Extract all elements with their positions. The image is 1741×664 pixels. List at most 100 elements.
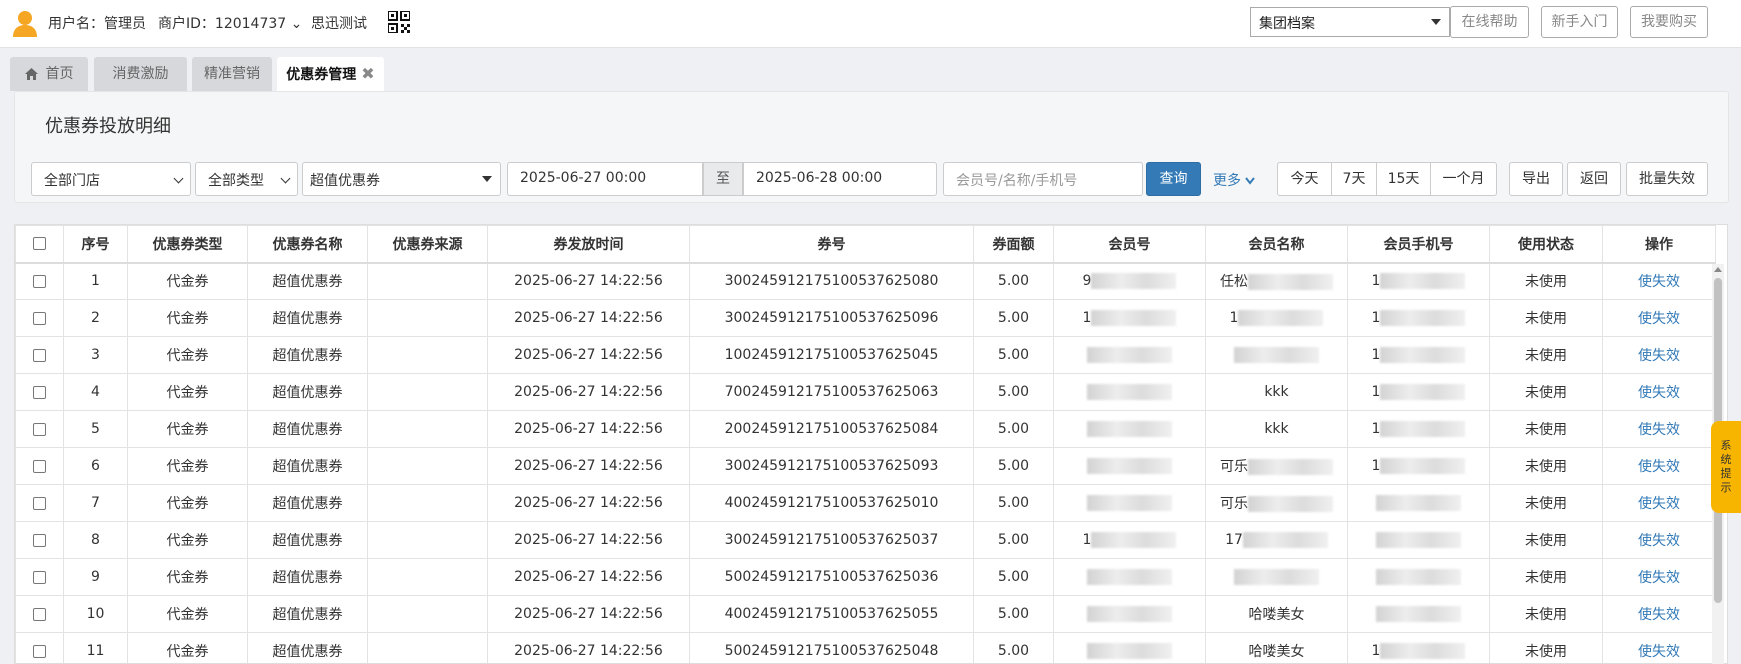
cell-amount: 5.00 (973, 632, 1054, 663)
visible-fragment: 可乐 (1220, 496, 1248, 512)
cell-source (367, 632, 488, 663)
scroll-up-icon[interactable] (1714, 267, 1722, 272)
cell-phone (1347, 521, 1490, 559)
range-7days-button[interactable]: 7天 (1331, 162, 1377, 196)
invalidate-link[interactable]: 使失效 (1638, 422, 1680, 438)
cell-member-no (1053, 558, 1206, 596)
redacted-value (1248, 459, 1333, 475)
range-today-button[interactable]: 今天 (1277, 162, 1332, 196)
cell-code: 300245912175100537625093 (689, 447, 974, 485)
redacted-value (1091, 532, 1177, 548)
row-checkbox[interactable] (33, 644, 46, 658)
user-icon (13, 11, 37, 37)
row-checkbox[interactable] (33, 348, 46, 362)
cell-status: 未使用 (1489, 410, 1603, 448)
invalidate-link[interactable]: 使失效 (1638, 607, 1680, 623)
row-select-cell (15, 336, 64, 374)
redacted-value (1238, 310, 1324, 326)
query-button[interactable]: 查询 (1146, 162, 1201, 196)
cell-member-name (1205, 558, 1348, 596)
close-icon[interactable]: ✖ (361, 64, 374, 83)
cell-source (367, 521, 488, 559)
row-checkbox[interactable] (33, 533, 46, 547)
type-select[interactable]: 全部类型 (195, 162, 298, 196)
cell-type: 代金券 (127, 299, 248, 337)
cell-time: 2025-06-27 14:22:56 (487, 336, 690, 374)
invalidate-link[interactable]: 使失效 (1638, 274, 1680, 290)
row-checkbox[interactable] (33, 570, 46, 584)
invalidate-link[interactable]: 使失效 (1638, 496, 1680, 512)
export-button[interactable]: 导出 (1509, 162, 1563, 196)
tab-consumption-incentive[interactable]: 消费激励 (94, 57, 187, 91)
row-checkbox[interactable] (33, 496, 46, 510)
date-from-input[interactable]: 2025-06-27 00:00 (507, 162, 703, 196)
cell-phone: 1 (1347, 373, 1490, 411)
row-checkbox[interactable] (33, 385, 46, 399)
buy-button[interactable]: 我要购买 (1630, 6, 1708, 38)
row-select-cell (15, 262, 64, 300)
row-checkbox[interactable] (33, 459, 46, 473)
table-header-row: 序号 优惠券类型 优惠券名称 优惠券来源 券发放时间 券号 券面额 会员号 会员… (15, 225, 1716, 264)
redacted-value (1376, 606, 1461, 622)
cell-amount: 5.00 (973, 558, 1054, 596)
column-header: 操作 (1602, 225, 1716, 264)
invalidate-link[interactable]: 使失效 (1638, 570, 1680, 586)
cell-status: 未使用 (1489, 299, 1603, 337)
row-checkbox[interactable] (33, 422, 46, 436)
row-checkbox[interactable] (33, 311, 46, 325)
back-button[interactable]: 返回 (1567, 162, 1621, 196)
cell-member-name: 1 (1205, 299, 1348, 337)
batch-invalidate-button[interactable]: 批量失效 (1626, 162, 1708, 196)
invalidate-link[interactable]: 使失效 (1638, 644, 1680, 660)
visible-fragment: 17 (1225, 532, 1243, 548)
date-to-input[interactable]: 2025-06-28 00:00 (743, 162, 937, 196)
select-all-checkbox[interactable] (33, 237, 46, 251)
invalidate-link[interactable]: 使失效 (1638, 348, 1680, 364)
invalidate-link[interactable]: 使失效 (1638, 533, 1680, 549)
invalidate-link[interactable]: 使失效 (1638, 311, 1680, 327)
column-header: 优惠券名称 (247, 225, 368, 264)
row-checkbox[interactable] (33, 607, 46, 621)
type-select-value: 全部类型 (208, 173, 264, 189)
group-archive-select[interactable]: 集团档案 (1250, 7, 1450, 37)
cell-status: 未使用 (1489, 336, 1603, 374)
coupon-select[interactable]: 超值优惠券 (302, 162, 501, 196)
qr-code-icon[interactable] (388, 11, 410, 33)
beginner-guide-button[interactable]: 新手入门 (1541, 6, 1618, 38)
row-select-cell (15, 521, 64, 559)
visible-fragment: 1 (1371, 643, 1381, 659)
cell-time: 2025-06-27 14:22:56 (487, 632, 690, 663)
range-15days-button[interactable]: 15天 (1376, 162, 1431, 196)
online-help-button[interactable]: 在线帮助 (1450, 6, 1529, 38)
system-tip-tab[interactable]: 系统提示 (1711, 421, 1741, 513)
merchant-id-label: 商户ID：12014737 (158, 16, 287, 32)
cell-member-no (1053, 484, 1206, 522)
row-select-cell (15, 558, 64, 596)
cell-code: 100245912175100537625045 (689, 336, 974, 374)
cell-time: 2025-06-27 14:22:56 (487, 521, 690, 559)
table-row: 3 代金券 超值优惠券 2025-06-27 14:22:56 100245912175… (15, 336, 1716, 374)
more-filters-link[interactable]: 更多 (1213, 170, 1256, 190)
row-select-cell (15, 484, 64, 522)
cell-no: 5 (63, 410, 128, 448)
visible-fragment: 1 (1229, 310, 1239, 326)
range-month-button[interactable]: 一个月 (1430, 162, 1497, 196)
merchant-id-dropdown[interactable]: 商户ID：12014737 ⌄ (158, 13, 302, 33)
member-search-input[interactable]: 会员号/名称/手机号 (943, 162, 1143, 196)
cell-code: 400245912175100537625010 (689, 484, 974, 522)
username-label: 用户名：管理员 (48, 16, 146, 32)
invalidate-link[interactable]: 使失效 (1638, 459, 1680, 475)
table-row: 2 代金券 超值优惠券 2025-06-27 14:22:56 300245912175… (15, 299, 1716, 337)
table-row: 5 代金券 超值优惠券 2025-06-27 14:22:56 200245912175… (15, 410, 1716, 448)
row-select-cell (15, 447, 64, 485)
tab-home[interactable]: 首页 (10, 57, 88, 91)
invalidate-link[interactable]: 使失效 (1638, 385, 1680, 401)
avatar[interactable] (12, 10, 38, 38)
column-header: 券面额 (973, 225, 1054, 264)
store-select[interactable]: 全部门店 (31, 162, 191, 196)
cell-member-name: 任松 (1205, 262, 1348, 300)
chevron-down-icon (1245, 177, 1256, 185)
row-checkbox[interactable] (33, 274, 46, 288)
tab-coupon-management[interactable]: 优惠券管理 ✖ (277, 57, 384, 91)
tab-precision-marketing[interactable]: 精准营销 (192, 57, 272, 91)
